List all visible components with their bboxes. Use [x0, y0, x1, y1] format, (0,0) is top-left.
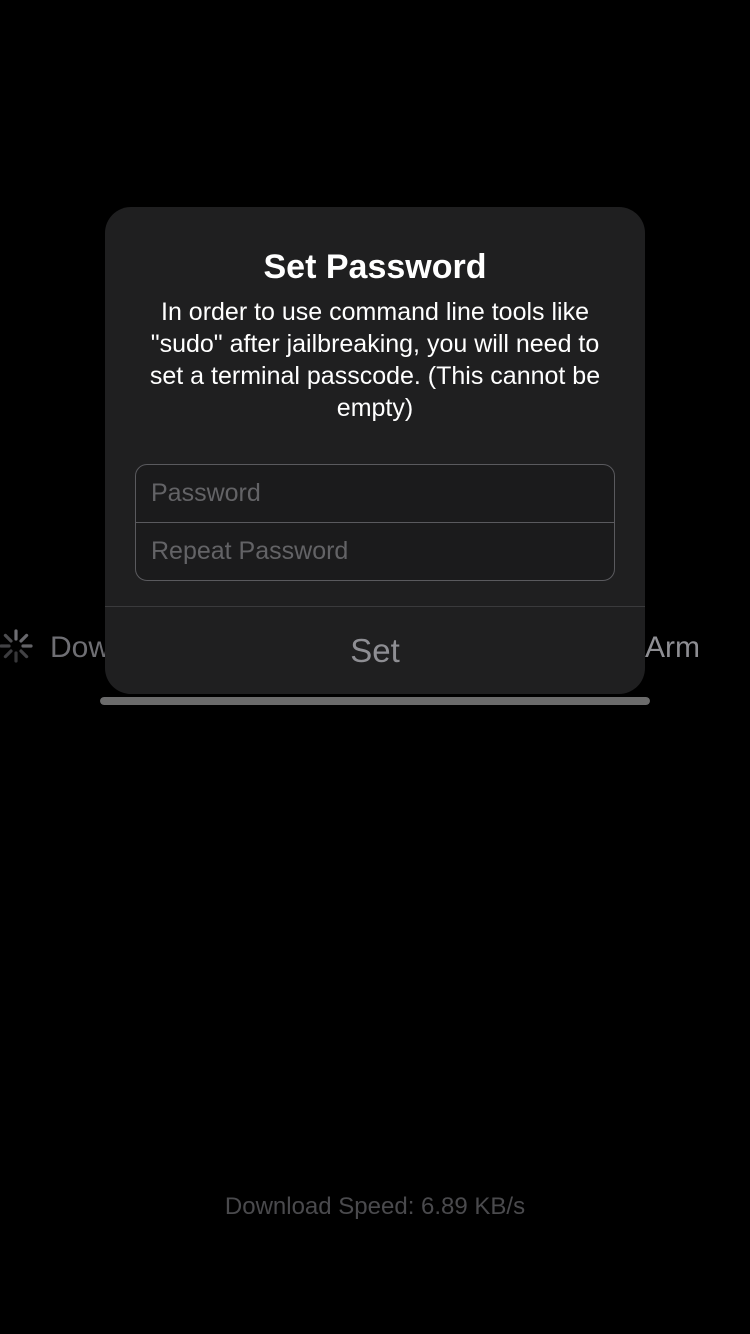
architecture-label: Arm — [645, 631, 700, 664]
download-speed-label: Download Speed: 6.89 KB/s — [224, 1193, 526, 1220]
password-field-group — [135, 464, 615, 581]
alert-message: In order to use command line tools like … — [149, 298, 601, 422]
password-field[interactable] — [136, 465, 614, 522]
status-label: Dow — [50, 631, 111, 664]
alert-title: Set Password — [263, 248, 487, 286]
set-button[interactable]: Set — [105, 607, 645, 694]
progress-fill — [100, 697, 650, 705]
screen: Dow Arm Download Speed: 6.89 KB/s Set Pa… — [0, 0, 750, 1334]
repeat-password-field[interactable] — [136, 523, 614, 580]
progress-bar — [100, 697, 650, 705]
activity-spinner-icon — [0, 629, 33, 663]
